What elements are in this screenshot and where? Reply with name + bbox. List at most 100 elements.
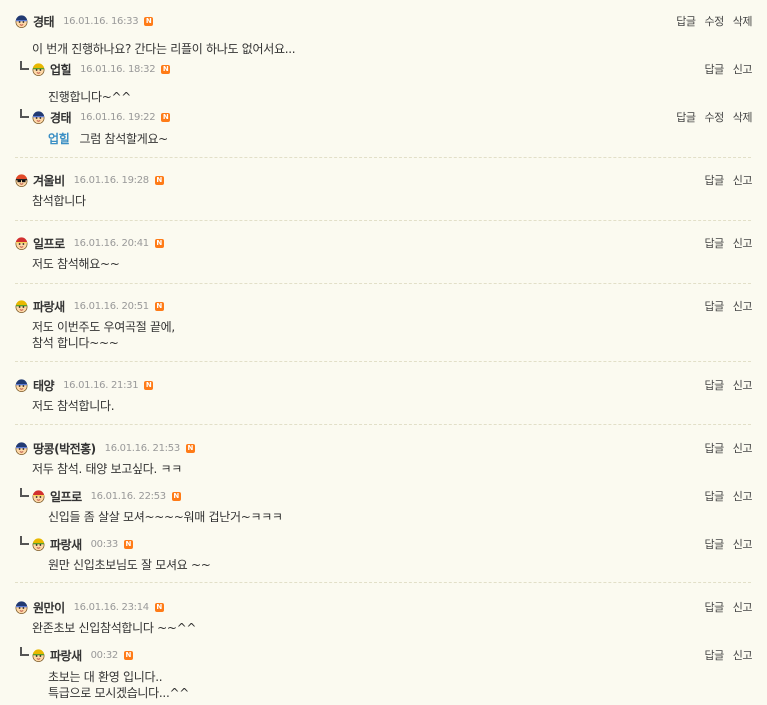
- comment-header: 일프로 16.01.16. 22:53 N: [32, 488, 181, 504]
- comment-date: 16.01.16. 21:53: [104, 442, 181, 454]
- report-button[interactable]: 신고: [733, 647, 753, 663]
- comment-body: 저도 참석해요~~: [32, 256, 120, 272]
- edit-button[interactable]: 수정: [705, 13, 725, 29]
- avatar-icon[interactable]: [15, 441, 28, 455]
- new-badge: N: [123, 539, 133, 549]
- author-nickname[interactable]: 태양: [33, 377, 55, 394]
- comment-header: 파랑새 16.01.16. 20:51 N: [15, 298, 164, 314]
- author-nickname[interactable]: 경태: [50, 109, 72, 126]
- reply-button[interactable]: 답글: [705, 536, 725, 552]
- comment-body: 이 번개 진행하나요? 간다는 리플이 하나도 없어서요...: [32, 41, 296, 57]
- comment-text-line: 원만 신입초보님도 잘 모셔요 ~~: [48, 558, 211, 572]
- reply-button[interactable]: 답글: [676, 109, 696, 125]
- mention-link[interactable]: 업힐: [48, 132, 70, 146]
- comment-text-line: 저도 이번주도 우여곡절 끝에,: [32, 320, 175, 334]
- new-badge: N: [154, 301, 164, 311]
- avatar-icon[interactable]: [32, 489, 45, 503]
- author-nickname[interactable]: 경태: [33, 13, 55, 30]
- new-badge: N: [161, 112, 171, 122]
- report-button[interactable]: 신고: [733, 599, 753, 615]
- avatar-icon[interactable]: [15, 299, 28, 313]
- comment-actions: 답글 수정 삭제: [667, 109, 752, 125]
- comment-separator: [15, 283, 751, 284]
- avatar-icon[interactable]: [32, 537, 45, 551]
- comment-date: 16.01.16. 22:53: [90, 490, 167, 502]
- reply-button[interactable]: 답글: [705, 488, 725, 504]
- author-nickname[interactable]: 원만이: [33, 599, 65, 616]
- avatar-icon[interactable]: [15, 173, 28, 187]
- author-nickname[interactable]: 겨울비: [33, 172, 65, 189]
- reply-arrow-icon: [20, 488, 29, 497]
- reply-arrow-icon: [20, 536, 29, 545]
- delete-button[interactable]: 삭제: [733, 13, 753, 29]
- comment-separator: [15, 157, 751, 158]
- comment-text-line: 진행합니다~^^: [48, 90, 131, 104]
- author-nickname[interactable]: 일프로: [33, 235, 65, 252]
- comment-actions: 답글 신고: [696, 488, 753, 504]
- comment-body: 저두 참석. 태양 보고싶다. ㅋㅋ: [32, 461, 182, 477]
- comment-header: 파랑새 00:33 N: [32, 536, 133, 552]
- comment-body: 진행합니다~^^: [48, 89, 131, 105]
- comment-body: 참석합니다: [32, 193, 86, 209]
- reply-button[interactable]: 답글: [705, 440, 725, 456]
- author-nickname[interactable]: 파랑새: [50, 536, 82, 553]
- report-button[interactable]: 신고: [733, 488, 753, 504]
- new-badge: N: [185, 443, 195, 453]
- comment-list: 경태 16.01.16. 16:33 N 답글 수정 삭제 이 번개 진행하나요? 간다는 …: [0, 0, 767, 705]
- comment-date: 16.01.16. 20:51: [73, 300, 150, 312]
- reply-button[interactable]: 답글: [705, 298, 725, 314]
- comment-header: 경태 16.01.16. 19:22 N: [32, 109, 171, 126]
- comment-separator: [15, 220, 751, 221]
- author-nickname[interactable]: 일프로: [50, 488, 82, 505]
- comment-date: 16.01.16. 19:22: [80, 111, 156, 123]
- comment-header: 겨울비 16.01.16. 19:28 N: [15, 172, 164, 188]
- comment-actions: 답글 신고: [696, 61, 753, 77]
- author-nickname[interactable]: 땅콩(박전홍): [33, 440, 96, 457]
- comment-text-line: 특급으로 모시겠습니다...^^: [48, 686, 189, 700]
- edit-button[interactable]: 수정: [705, 109, 725, 125]
- avatar-icon[interactable]: [15, 14, 28, 28]
- comment-actions: 답글 신고: [696, 377, 753, 393]
- comment-header: 땅콩(박전홍) 16.01.16. 21:53 N: [15, 440, 195, 456]
- comment-separator: [15, 424, 751, 425]
- author-nickname[interactable]: 업힐: [50, 61, 72, 78]
- reply-arrow-icon: [20, 109, 29, 118]
- comment-text-line: 업힐 그럼 참석할게요~: [48, 132, 168, 146]
- report-button[interactable]: 신고: [733, 377, 753, 393]
- report-button[interactable]: 신고: [733, 440, 753, 456]
- delete-button[interactable]: 삭제: [733, 109, 753, 125]
- new-badge: N: [154, 238, 164, 248]
- comment-text-line: 신입들 좀 살살 모셔~~~~워매 겁난거~ㅋㅋㅋ: [48, 510, 283, 524]
- avatar-icon[interactable]: [15, 236, 28, 250]
- comment-body: 저도 참석합니다.: [32, 398, 115, 414]
- report-button[interactable]: 신고: [733, 298, 753, 314]
- report-button[interactable]: 신고: [733, 61, 753, 77]
- comment-text-line: 초보는 대 환영 입니다..: [48, 670, 163, 684]
- comment-text-line: 완존초보 신입참석합니다 ~~^^: [32, 621, 197, 635]
- comment-date: 16.01.16. 19:28: [73, 174, 150, 186]
- report-button[interactable]: 신고: [733, 235, 753, 251]
- comment-text-line: 이 번개 진행하나요? 간다는 리플이 하나도 없어서요...: [32, 42, 296, 56]
- new-badge: N: [144, 380, 154, 390]
- author-nickname[interactable]: 파랑새: [33, 298, 65, 315]
- report-button[interactable]: 신고: [733, 172, 753, 188]
- reply-button[interactable]: 답글: [705, 61, 725, 77]
- comment-text-line: 참석 합니다~~~: [32, 336, 119, 350]
- reply-button[interactable]: 답글: [705, 647, 725, 663]
- reply-button[interactable]: 답글: [705, 377, 725, 393]
- avatar-icon[interactable]: [32, 648, 45, 662]
- reply-button[interactable]: 답글: [705, 599, 725, 615]
- reply-button[interactable]: 답글: [705, 172, 725, 188]
- comment-actions: 답글 신고: [696, 647, 753, 663]
- comment-separator: [15, 582, 751, 583]
- comment-actions: 답글 수정 삭제: [667, 13, 752, 29]
- comment-body: 저도 이번주도 우여곡절 끝에, 참석 합니다~~~: [32, 319, 175, 351]
- reply-button[interactable]: 답글: [676, 13, 696, 29]
- avatar-icon[interactable]: [15, 600, 28, 614]
- avatar-icon[interactable]: [15, 378, 28, 392]
- avatar-icon[interactable]: [32, 62, 45, 76]
- author-nickname[interactable]: 파랑새: [50, 647, 82, 664]
- avatar-icon[interactable]: [32, 110, 45, 124]
- report-button[interactable]: 신고: [733, 536, 753, 552]
- reply-button[interactable]: 답글: [705, 235, 725, 251]
